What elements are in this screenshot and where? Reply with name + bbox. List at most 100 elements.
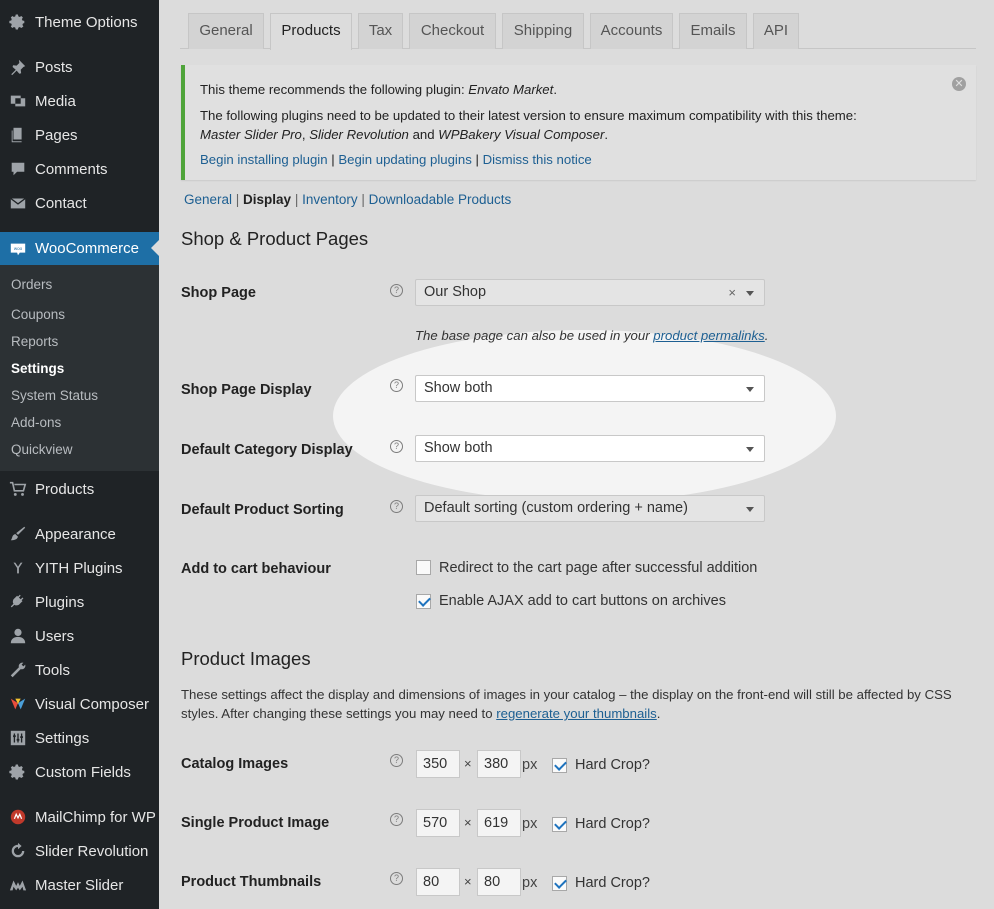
sidebar-item-comments[interactable]: Comments — [0, 154, 159, 184]
clear-icon[interactable]: × — [728, 280, 736, 305]
help-icon[interactable]: ? — [390, 379, 403, 392]
sidebar-item-woocommerce[interactable]: woo WooCommerce — [0, 232, 159, 265]
catalog-height-input[interactable]: 380 — [477, 750, 521, 778]
tab-accounts[interactable]: Accounts — [590, 13, 673, 49]
sidebar-item-label: Master Slider — [35, 876, 124, 894]
sidebar-item-mailchimp[interactable]: MailChimp for WP — [0, 802, 159, 832]
px-unit: px — [522, 875, 538, 891]
help-icon[interactable]: ? — [390, 813, 403, 826]
sidebar-item-label: Contact — [35, 194, 87, 212]
subnav-general[interactable]: General — [184, 192, 232, 207]
sidebar-item-plugins[interactable]: Plugins — [0, 587, 159, 617]
help-icon[interactable]: ? — [390, 754, 403, 767]
chevron-down-icon — [746, 447, 754, 452]
sidebar-item-products[interactable]: Products — [0, 474, 159, 504]
thumbnail-height-input[interactable]: 80 — [477, 868, 521, 896]
yith-icon — [8, 558, 28, 578]
sidebar-item-tools[interactable]: Tools — [0, 655, 159, 685]
dismiss-icon[interactable]: ✕ — [952, 77, 966, 91]
catalog-width-input[interactable]: 350 — [416, 750, 460, 778]
subnav-downloadable-products[interactable]: Downloadable Products — [369, 192, 512, 207]
help-icon[interactable]: ? — [390, 440, 403, 453]
tab-products[interactable]: Products — [270, 13, 352, 50]
submenu-item-settings[interactable]: Settings — [11, 359, 64, 379]
user-icon — [8, 626, 28, 646]
shop-page-select[interactable]: Our Shop × — [415, 279, 765, 306]
subnav-display[interactable]: Display — [243, 192, 291, 207]
sidebar-item-visual-composer[interactable]: Visual Composer — [0, 689, 159, 719]
sidebar-item-label: Settings — [35, 729, 90, 747]
shop-page-display-select[interactable]: Show both — [415, 375, 765, 402]
help-icon[interactable]: ? — [390, 872, 403, 885]
dismiss-notice-link[interactable]: Dismiss this notice — [483, 152, 592, 167]
single-product-image-label: Single Product Image — [181, 815, 330, 831]
sidebar-item-theme-options[interactable]: Theme Options — [0, 7, 159, 37]
sidebar-item-master-slider[interactable]: Master Slider — [0, 870, 159, 900]
help-icon[interactable]: ? — [390, 500, 403, 513]
ajax-add-to-cart-label: Enable AJAX add to cart buttons on archi… — [439, 593, 726, 609]
sidebar-item-users[interactable]: Users — [0, 621, 159, 651]
sidebar-item-label: Appearance — [35, 525, 116, 543]
subnav-inventory[interactable]: Inventory — [302, 192, 358, 207]
sidebar-item-slider-revolution[interactable]: Slider Revolution — [0, 836, 159, 866]
sidebar-item-settings[interactable]: Settings — [0, 723, 159, 753]
product-thumbnails-label: Product Thumbnails — [181, 874, 322, 890]
catalog-images-label: Catalog Images — [181, 756, 289, 772]
begin-updating-link[interactable]: Begin updating plugins — [338, 152, 471, 167]
help-icon[interactable]: ? — [390, 284, 403, 297]
sidebar-item-pages[interactable]: Pages — [0, 120, 159, 150]
sidebar-item-label: Posts — [35, 58, 73, 76]
pin-icon — [8, 57, 28, 77]
plug-icon — [8, 592, 28, 612]
submenu-item-add-ons[interactable]: Add-ons — [11, 413, 61, 433]
thumbnail-width-input[interactable]: 80 — [416, 868, 460, 896]
px-unit: px — [522, 816, 538, 832]
sidebar-item-appearance[interactable]: Appearance — [0, 519, 159, 549]
submenu-item-system-status[interactable]: System Status — [11, 386, 98, 406]
tab-general[interactable]: General — [188, 13, 264, 49]
sidebar-item-custom-fields[interactable]: Custom Fields — [0, 757, 159, 787]
begin-installing-link[interactable]: Begin installing plugin — [200, 152, 328, 167]
shop-page-display-value: Show both — [424, 380, 493, 396]
refresh-icon — [8, 841, 28, 861]
regenerate-thumbnails-link[interactable]: regenerate your thumbnails — [496, 706, 657, 721]
product-permalinks-link[interactable]: product permalinks — [653, 328, 764, 343]
sidebar-item-posts[interactable]: Posts — [0, 52, 159, 82]
thumbnail-hard-crop-checkbox[interactable] — [552, 876, 567, 891]
tab-shipping[interactable]: Shipping — [502, 13, 584, 49]
wrench-icon — [8, 660, 28, 680]
default-product-sorting-select[interactable]: Default sorting (custom ordering + name) — [415, 495, 765, 522]
redirect-to-cart-checkbox[interactable] — [416, 560, 431, 575]
sidebar-item-label: Products — [35, 480, 95, 498]
sidebar-item-label: Media — [35, 92, 76, 110]
sidebar-item-yith-plugins[interactable]: YITH Plugins — [0, 553, 159, 583]
catalog-hard-crop-checkbox[interactable] — [552, 758, 567, 773]
ms-icon — [8, 875, 28, 895]
single-height-input[interactable]: 619 — [477, 809, 521, 837]
cart-icon — [8, 479, 28, 499]
ajax-add-to-cart-checkbox[interactable] — [416, 594, 431, 609]
submenu-item-coupons[interactable]: Coupons — [11, 305, 65, 325]
sidebar-item-contact[interactable]: Contact — [0, 188, 159, 218]
single-width-input[interactable]: 570 — [416, 809, 460, 837]
tab-emails[interactable]: Emails — [679, 13, 747, 49]
single-hard-crop-checkbox[interactable] — [552, 817, 567, 832]
shop-page-description: The base page can also be used in your p… — [415, 328, 769, 343]
submenu-item-reports[interactable]: Reports — [11, 332, 58, 352]
shop-page-display-label: Shop Page Display — [181, 382, 312, 398]
sidebar-item-label: Theme Options — [35, 13, 138, 31]
submenu-item-orders[interactable]: Orders — [11, 275, 52, 295]
plugin-name: Envato Market — [468, 82, 554, 97]
tab-tax[interactable]: Tax — [358, 13, 403, 49]
submenu-item-quickview[interactable]: Quickview — [11, 440, 73, 460]
hard-crop-label: Hard Crop? — [575, 816, 650, 832]
default-category-display-select[interactable]: Show both — [415, 435, 765, 462]
tab-api[interactable]: API — [753, 13, 799, 49]
px-unit: px — [522, 757, 538, 773]
hard-crop-label: Hard Crop? — [575, 875, 650, 891]
times-sign: × — [464, 874, 472, 889]
tab-checkout[interactable]: Checkout — [409, 13, 496, 49]
sidebar-item-label: Plugins — [35, 593, 85, 611]
sidebar-item-media[interactable]: Media — [0, 86, 159, 116]
times-sign: × — [464, 756, 472, 771]
